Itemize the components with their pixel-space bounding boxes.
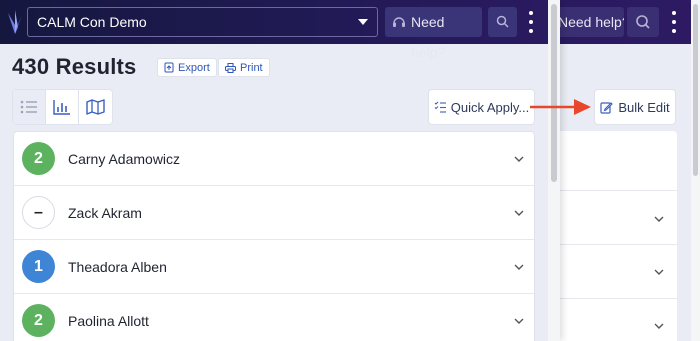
- headset-icon: [393, 17, 405, 27]
- export-button[interactable]: Export: [157, 58, 217, 77]
- export-icon: [164, 62, 174, 73]
- more-options-icon[interactable]: [527, 10, 535, 34]
- search-button[interactable]: [488, 7, 517, 37]
- chevron-down-icon[interactable]: [513, 153, 525, 165]
- person-name: Theadora Alben: [68, 259, 167, 275]
- chevron-down-icon[interactable]: [652, 212, 666, 226]
- list-item[interactable]: 1 Theadora Alben: [14, 240, 534, 294]
- background-kebab-icon[interactable]: [670, 10, 678, 34]
- visit-count-badge: 1: [22, 250, 55, 283]
- list-item[interactable]: 2 Carny Adamowicz: [14, 132, 534, 186]
- edit-icon: [600, 101, 614, 114]
- chevron-down-icon[interactable]: [652, 319, 666, 333]
- background-row-divider: [556, 244, 677, 245]
- results-list: 2 Carny Adamowicz – Zack Akram 1 Theador…: [13, 131, 535, 341]
- quick-apply-label: Quick Apply...: [450, 99, 530, 115]
- search-icon: [636, 15, 650, 29]
- chart-view-button[interactable]: [46, 90, 79, 124]
- person-name: Carny Adamowicz: [68, 151, 181, 167]
- visit-count-badge: –: [22, 196, 55, 229]
- print-label: Print: [240, 61, 263, 74]
- list-item[interactable]: – Zack Akram: [14, 186, 534, 240]
- chevron-down-icon[interactable]: [513, 315, 525, 327]
- view-toggle-group: [12, 89, 113, 125]
- background-row-divider: [556, 298, 677, 299]
- background-list-card: [556, 131, 677, 341]
- printer-icon: [225, 62, 236, 73]
- map-view-button[interactable]: [79, 90, 112, 124]
- bulk-edit-label: Bulk Edit: [618, 99, 670, 115]
- search-icon: [496, 15, 509, 28]
- person-name: Zack Akram: [68, 205, 142, 221]
- background-search-button[interactable]: [627, 7, 659, 37]
- organization-select[interactable]: CALM Con Demo: [27, 7, 378, 37]
- background-row-divider: [556, 190, 677, 191]
- brand-logo-icon: [8, 10, 22, 34]
- chevron-down-icon[interactable]: [652, 265, 666, 279]
- visit-count-badge: 2: [22, 142, 55, 175]
- need-help-label: Need help?: [411, 14, 446, 60]
- chevron-down-icon[interactable]: [513, 207, 525, 219]
- quick-apply-button[interactable]: Quick Apply...: [428, 89, 535, 125]
- bulk-edit-button[interactable]: Bulk Edit: [594, 89, 676, 125]
- checklist-icon: [434, 101, 446, 113]
- map-icon: [86, 99, 105, 115]
- top-navigation-bar: CALM Con Demo Need help?: [0, 0, 548, 60]
- list-icon: [20, 100, 37, 114]
- annotation-arrow-icon: [530, 99, 591, 115]
- print-button[interactable]: Print: [218, 58, 270, 77]
- visit-count-badge: 2: [22, 304, 55, 337]
- scroll-thumb[interactable]: [551, 4, 557, 182]
- organization-name: CALM Con Demo: [37, 14, 147, 30]
- chevron-down-icon[interactable]: [513, 261, 525, 273]
- need-help-button[interactable]: Need help?: [385, 7, 482, 60]
- list-item[interactable]: 2 Paolina Allott: [14, 294, 534, 341]
- person-name: Paolina Allott: [68, 313, 149, 329]
- bar-chart-icon: [53, 100, 70, 115]
- results-panel: CALM Con Demo Need help? 430 Results Exp…: [0, 0, 560, 341]
- export-label: Export: [178, 61, 210, 74]
- background-scroll-thumb[interactable]: [693, 4, 698, 176]
- caret-down-icon: [358, 19, 368, 25]
- list-view-button[interactable]: [13, 90, 46, 124]
- results-count-title: 430 Results: [12, 54, 137, 79]
